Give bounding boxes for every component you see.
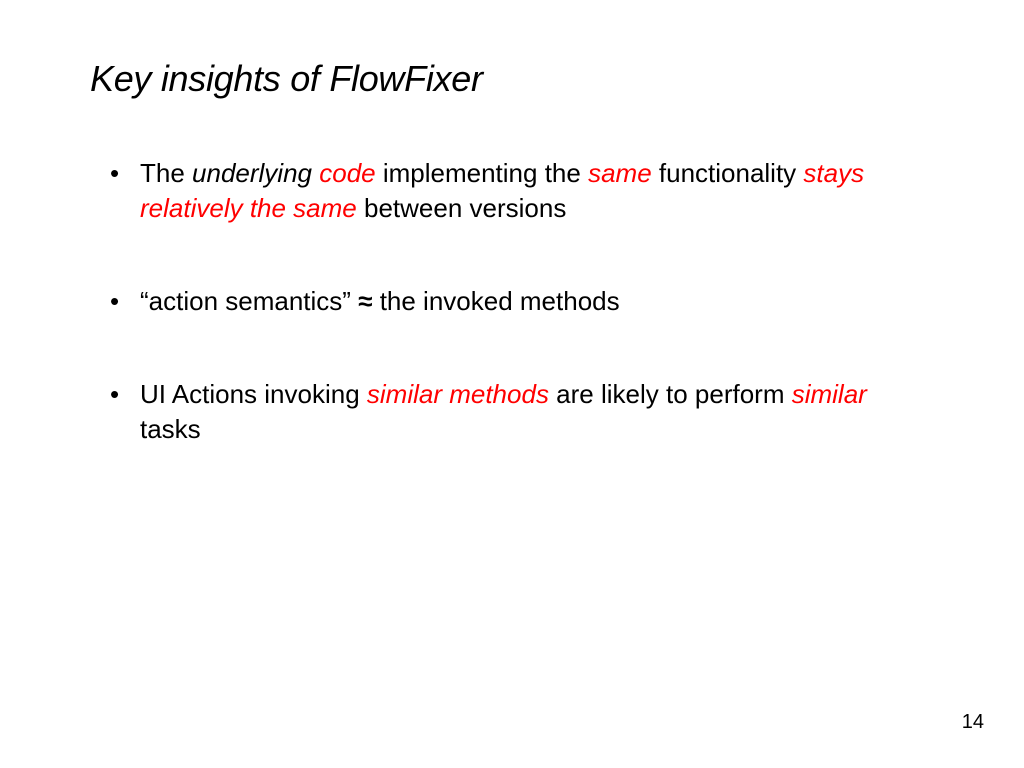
text: implementing the bbox=[376, 158, 588, 188]
text: the invoked methods bbox=[372, 286, 619, 316]
text-highlight: same bbox=[588, 158, 652, 188]
text: functionality bbox=[652, 158, 804, 188]
bullet-item-2: “action semantics” ≈ the invoked methods bbox=[110, 284, 934, 319]
slide: Key insights of FlowFixer The underlying… bbox=[0, 0, 1024, 447]
slide-title: Key insights of FlowFixer bbox=[90, 58, 934, 100]
text-highlight: similar methods bbox=[367, 379, 549, 409]
bullet-item-3: UI Actions invoking similar methods are … bbox=[110, 377, 934, 447]
text-italic: underlying bbox=[192, 158, 319, 188]
text: The bbox=[140, 158, 192, 188]
bullet-list: The underlying code implementing the sam… bbox=[90, 156, 934, 447]
text: between versions bbox=[357, 193, 567, 223]
text: are likely to perform bbox=[549, 379, 792, 409]
text-highlight: similar bbox=[792, 379, 867, 409]
text-highlight: code bbox=[319, 158, 375, 188]
page-number: 14 bbox=[962, 711, 984, 734]
text: UI Actions invoking bbox=[140, 379, 367, 409]
text: “action semantics” bbox=[140, 286, 358, 316]
text: tasks bbox=[140, 414, 201, 444]
bullet-item-1: The underlying code implementing the sam… bbox=[110, 156, 934, 226]
approx-symbol: ≈ bbox=[358, 286, 372, 316]
